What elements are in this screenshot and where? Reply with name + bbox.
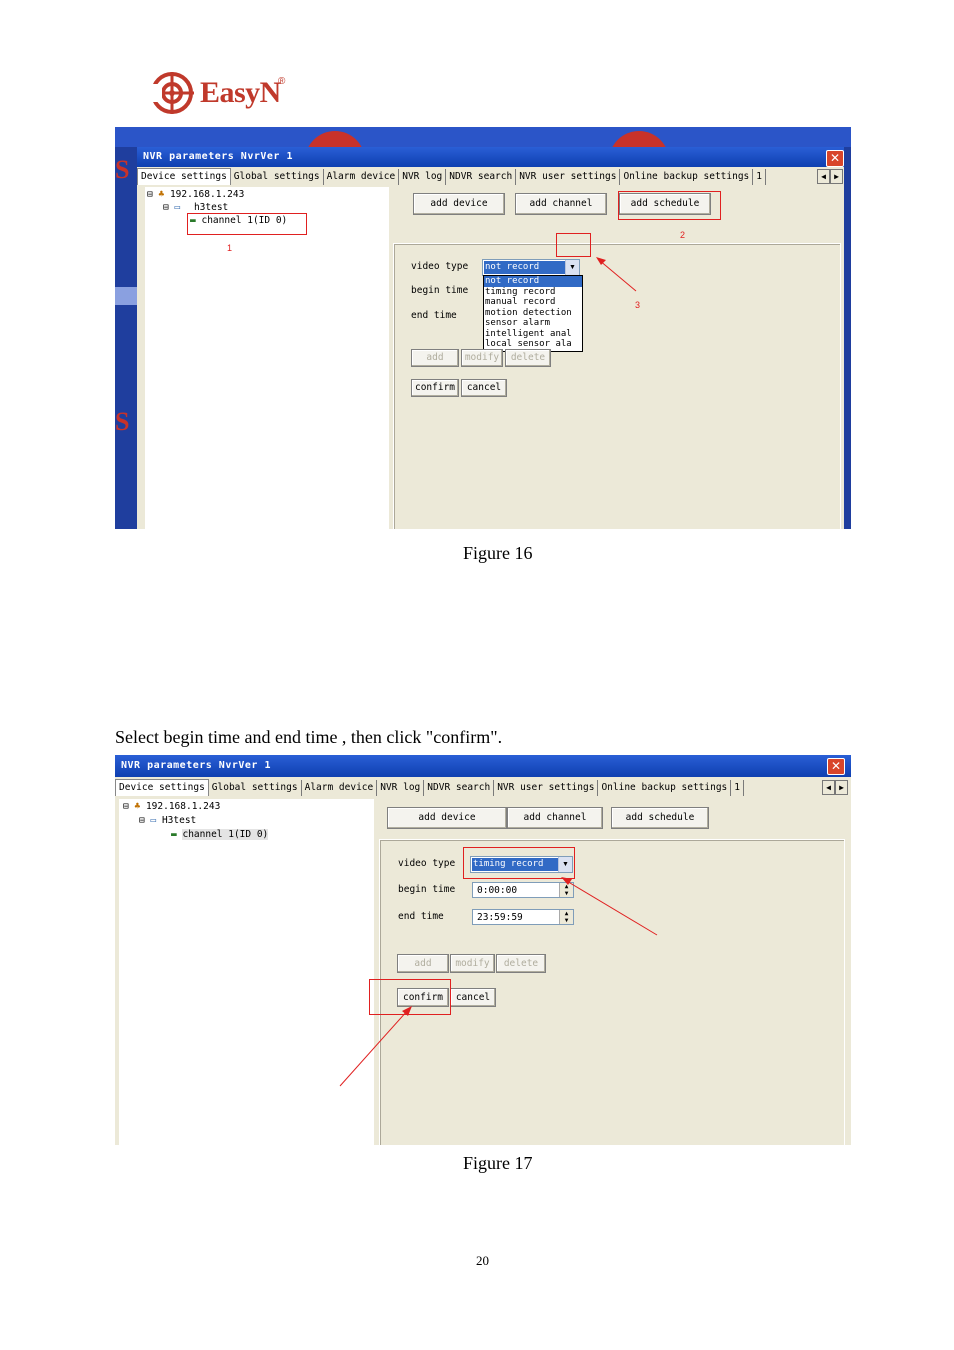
- collapse-icon[interactable]: ⊟: [147, 189, 153, 200]
- collapse-icon[interactable]: ⊟: [163, 202, 169, 213]
- network-icon: ♣: [134, 801, 141, 812]
- cancel-button[interactable]: cancel: [450, 988, 496, 1007]
- video-type-select[interactable]: not record ▼: [482, 259, 580, 276]
- tab-nvr-user-settings[interactable]: NVR user settings: [494, 780, 599, 796]
- annotation-box-channel: [187, 213, 307, 235]
- video-type-dropdown: not record timing record manual record m…: [483, 275, 583, 352]
- begin-time-label: begin time: [411, 285, 469, 296]
- modify-button[interactable]: modify: [450, 954, 495, 973]
- annotation-box-add-schedule: [618, 191, 721, 220]
- tab-scroll-left-icon[interactable]: ◀: [822, 780, 835, 795]
- annotation-arrow-icon: [339, 1006, 412, 1087]
- network-icon: ♣: [158, 189, 165, 200]
- close-icon[interactable]: ✕: [827, 758, 845, 775]
- end-time-label: end time: [411, 310, 457, 321]
- easyn-logo-icon: [150, 72, 194, 114]
- add-channel-button[interactable]: add channel: [507, 807, 603, 829]
- tab-ndvr-search[interactable]: NDVR search: [446, 169, 517, 185]
- video-type-label: video type: [398, 858, 456, 869]
- begin-time-label: begin time: [398, 884, 456, 895]
- tab-nvr-log[interactable]: NVR log: [399, 169, 447, 185]
- dropdown-option[interactable]: motion detection: [484, 308, 582, 319]
- annotation-number-2: 2: [680, 230, 686, 240]
- device-tree: ⊟ ♣ 192.168.1.243 ⊟ ▭ H3test ▬ channel 1…: [119, 799, 374, 1145]
- delete-button[interactable]: delete: [505, 349, 551, 367]
- tree-group[interactable]: H3test: [162, 815, 196, 826]
- annotation-number-3: 3: [635, 300, 641, 310]
- registered-mark: ®: [278, 76, 286, 87]
- figure16-caption: Figure 16: [463, 543, 533, 563]
- collapse-icon[interactable]: ⊟: [139, 815, 145, 826]
- tab-alarm-device[interactable]: Alarm device: [302, 780, 378, 796]
- add-channel-button[interactable]: add channel: [515, 193, 607, 215]
- modify-button[interactable]: modify: [461, 349, 503, 367]
- add-device-button[interactable]: add device: [387, 807, 507, 829]
- dropdown-option[interactable]: intelligent anal: [484, 329, 582, 340]
- tab-device-settings[interactable]: Device settings: [115, 779, 209, 796]
- tab-device-settings[interactable]: Device settings: [137, 168, 231, 185]
- video-type-label: video type: [411, 261, 469, 272]
- tab-bar: Device settings Global settings Alarm devi…: [137, 168, 844, 186]
- dropdown-option[interactable]: sensor alarm: [484, 318, 582, 329]
- tab-online-backup-settings[interactable]: Online backup settings: [598, 780, 732, 796]
- delete-button[interactable]: delete: [496, 954, 546, 973]
- cancel-button[interactable]: cancel: [461, 379, 507, 397]
- end-time-value: 23:59:59: [477, 912, 523, 923]
- nvr-parameters-window: NVR parameters NvrVer 1 ✕ Device setting…: [137, 147, 844, 529]
- tab-global-settings[interactable]: Global settings: [231, 169, 324, 185]
- page-number: 20: [476, 1253, 489, 1268]
- dropdown-arrow-icon[interactable]: ▼: [565, 260, 579, 275]
- add-button[interactable]: add: [411, 349, 459, 367]
- tab-bar: Device settings Global settings Alarm devi…: [115, 779, 851, 797]
- figure17-caption: Figure 17: [463, 1153, 533, 1173]
- figure16-screenshot: S S NVR parameters NvrVer 1 ✕ Device set…: [115, 127, 851, 529]
- tree-root[interactable]: 192.168.1.243: [170, 189, 244, 200]
- tab-global-settings[interactable]: Global settings: [209, 780, 302, 796]
- device-tree: ⊟ ♣ 192.168.1.243 ⊟ ▭ h3test ▬ channel 1…: [145, 187, 389, 529]
- tab-alarm-device[interactable]: Alarm device: [324, 169, 400, 185]
- collapse-icon[interactable]: ⊟: [123, 801, 129, 812]
- tab-nvr-log[interactable]: NVR log: [377, 780, 425, 796]
- tab-more[interactable]: 1: [731, 780, 745, 796]
- tab-ndvr-search[interactable]: NDVR search: [424, 780, 495, 796]
- begin-time-value: 0:00:00: [477, 885, 518, 896]
- end-time-label: end time: [398, 911, 444, 922]
- video-type-value: not record: [484, 261, 565, 274]
- window-title: NVR parameters NvrVer 1: [115, 755, 851, 777]
- annotation-number-1: 1: [227, 243, 233, 253]
- device-icon: ▭: [150, 815, 157, 826]
- window-title: NVR parameters NvrVer 1: [137, 147, 844, 167]
- annotation-box-dropdown: [556, 233, 591, 257]
- tree-channel[interactable]: channel 1(ID 0): [182, 829, 269, 840]
- tab-scroll-left-icon[interactable]: ◀: [817, 169, 830, 184]
- figure17-screenshot: NVR parameters NvrVer 1 ✕ Device setting…: [115, 755, 851, 1145]
- tree-root[interactable]: 192.168.1.243: [146, 801, 220, 812]
- add-button[interactable]: add: [397, 954, 449, 973]
- confirm-button[interactable]: confirm: [411, 379, 459, 397]
- add-schedule-button[interactable]: add schedule: [611, 807, 709, 829]
- add-device-button[interactable]: add device: [413, 193, 505, 215]
- dropdown-option[interactable]: not record: [484, 276, 582, 287]
- close-icon[interactable]: ✕: [826, 150, 844, 167]
- brand-name: EasyN: [200, 76, 281, 109]
- tab-more[interactable]: 1: [753, 169, 767, 185]
- dropdown-option[interactable]: local sensor ala: [484, 339, 582, 350]
- device-icon: ▭: [174, 202, 181, 213]
- tab-scroll-right-icon[interactable]: ▶: [830, 169, 843, 184]
- tab-scroll-right-icon[interactable]: ▶: [835, 780, 848, 795]
- channel-icon: ▬: [171, 829, 177, 840]
- tree-group[interactable]: h3test: [194, 202, 228, 213]
- annotation-arrow-icon: [596, 257, 637, 292]
- instruction-text: Select begin time and end time , then cl…: [115, 727, 503, 747]
- dropdown-option[interactable]: timing record: [484, 287, 582, 298]
- tab-online-backup-settings[interactable]: Online backup settings: [620, 169, 754, 185]
- annotation-arrow-icon: [561, 877, 658, 936]
- tab-nvr-user-settings[interactable]: NVR user settings: [516, 169, 621, 185]
- dropdown-option[interactable]: manual record: [484, 297, 582, 308]
